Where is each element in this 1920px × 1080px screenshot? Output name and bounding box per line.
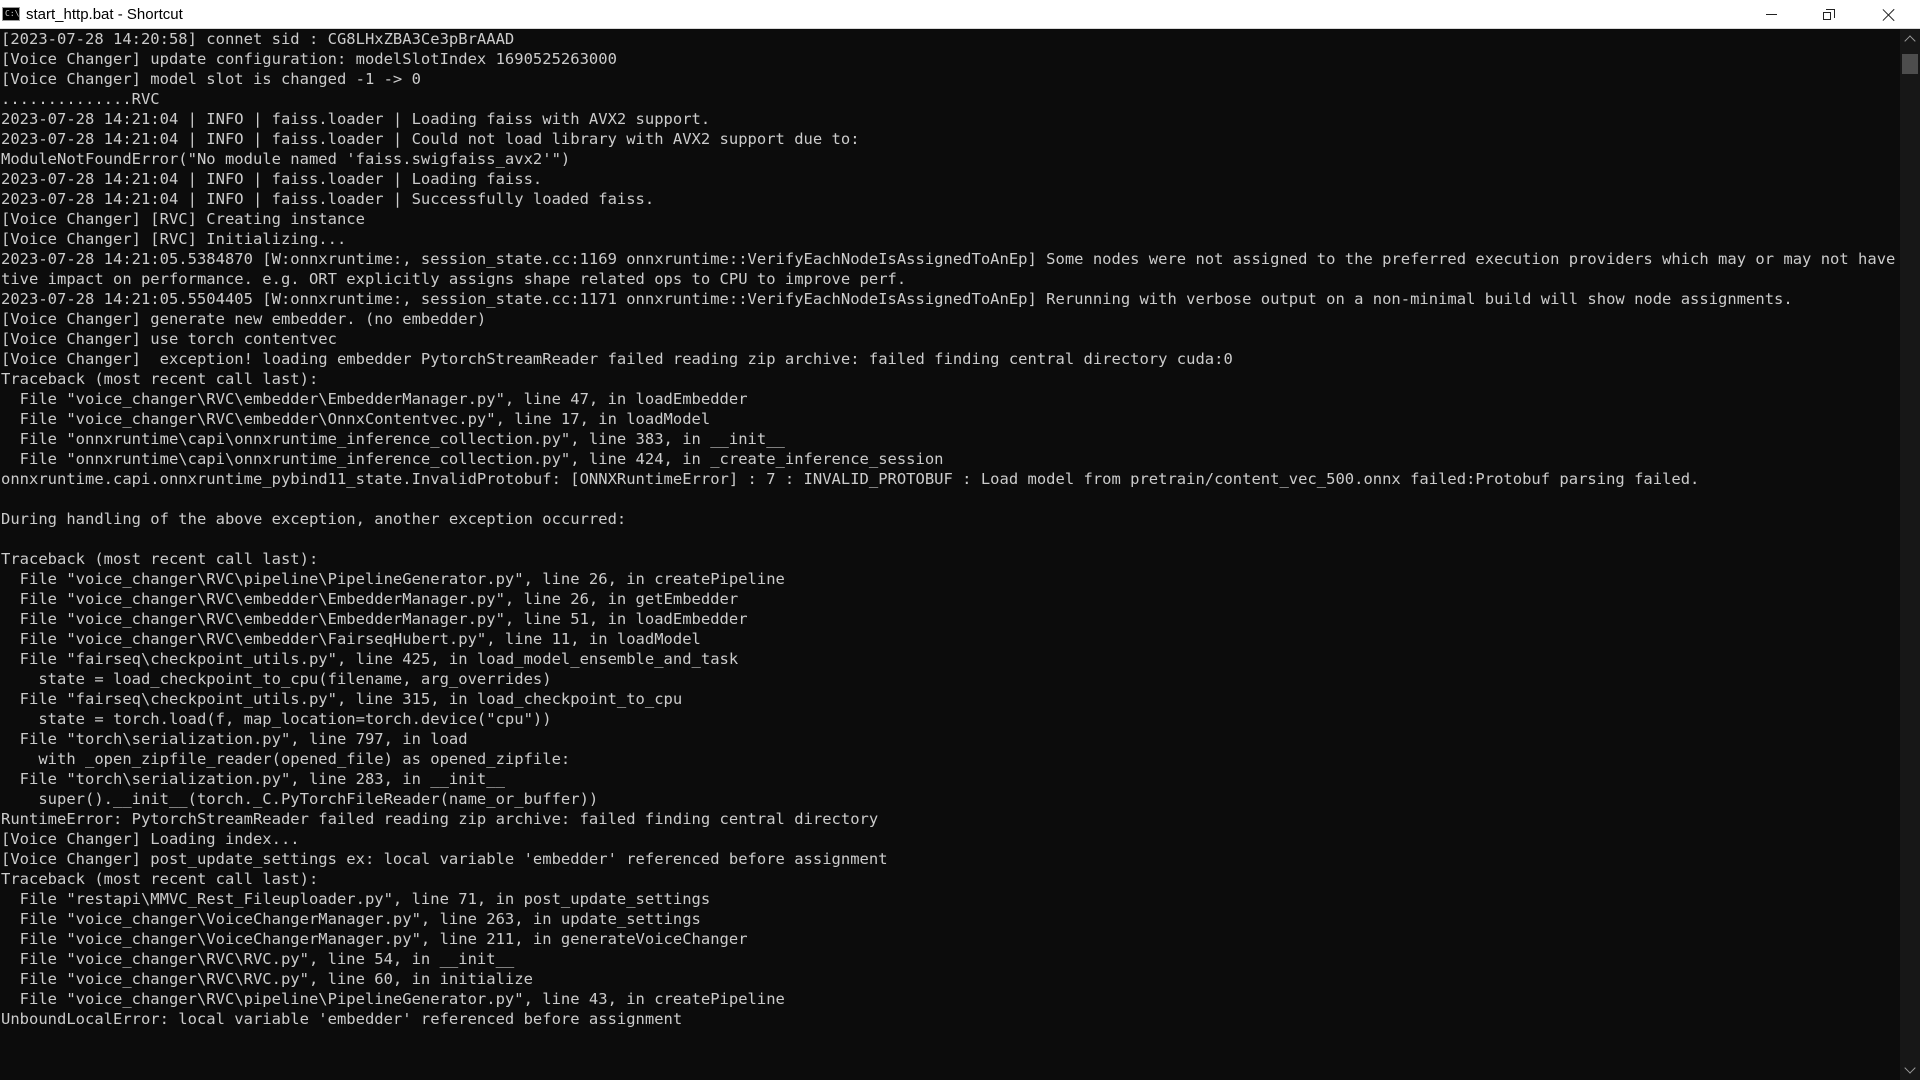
scroll-down-button[interactable]	[1900, 1060, 1920, 1080]
console-line: [Voice Changer] [RVC] Initializing...	[1, 230, 347, 248]
console-line: File "voice_changer\VoiceChangerManager.…	[1, 930, 748, 948]
console-line: File "onnxruntime\capi\onnxruntime_infer…	[1, 430, 785, 448]
console-line: with _open_zipfile_reader(opened_file) a…	[1, 750, 571, 768]
console-line: File "torch\serialization.py", line 283,…	[1, 770, 505, 788]
console-line: 2023-07-28 14:21:04 | INFO | faiss.loade…	[1, 190, 655, 208]
console-line: [Voice Changer] use torch contentvec	[1, 330, 337, 348]
restore-button[interactable]	[1800, 0, 1858, 29]
restore-icon	[1823, 8, 1835, 21]
console-line: File "onnxruntime\capi\onnxruntime_infer…	[1, 450, 944, 468]
console-line: ..............RVC	[1, 90, 160, 108]
console-line: super().__init__(torch._C.PyTorchFileRea…	[1, 790, 599, 808]
console-line: 2023-07-28 14:21:05.5504405 [W:onnxrunti…	[1, 290, 1793, 308]
console-line: Traceback (most recent call last):	[1, 370, 319, 388]
console-line: [Voice Changer] Loading index...	[1, 830, 300, 848]
console-line: File "voice_changer\RVC\embedder\Embedde…	[1, 610, 748, 628]
scroll-thumb[interactable]	[1902, 54, 1918, 74]
console-line: [2023-07-28 14:20:58] connet sid : CG8LH…	[1, 30, 515, 48]
console-line: RuntimeError: PytorchStreamReader failed…	[1, 810, 879, 828]
cmd-icon[interactable]: C:\	[2, 7, 20, 21]
window-title: start_http.bat - Shortcut	[26, 6, 183, 23]
console-line: 2023-07-28 14:21:04 | INFO | faiss.loade…	[1, 170, 543, 188]
console-line: File "voice_changer\RVC\RVC.py", line 60…	[1, 970, 533, 988]
console-line: [Voice Changer] [RVC] Creating instance	[1, 210, 365, 228]
console-line: File "voice_changer\RVC\embedder\Fairseq…	[1, 630, 701, 648]
chevron-down-icon	[1904, 1062, 1916, 1074]
console-line: tive impact on performance. e.g. ORT exp…	[1, 270, 907, 288]
console-line: onnxruntime.capi.onnxruntime_pybind11_st…	[1, 470, 1700, 488]
title-bar[interactable]: C:\ start_http.bat - Shortcut	[0, 0, 1920, 29]
console-line: File "voice_changer\RVC\pipeline\Pipelin…	[1, 570, 785, 588]
console-output[interactable]: [2023-07-28 14:20:58] connet sid : CG8LH…	[0, 29, 1900, 1080]
console-line: UnboundLocalError: local variable 'embed…	[1, 1010, 683, 1028]
close-icon	[1882, 8, 1896, 22]
console-line: [Voice Changer] update configuration: mo…	[1, 50, 617, 68]
minimize-button[interactable]	[1742, 0, 1800, 29]
console-line: File "voice_changer\RVC\embedder\Embedde…	[1, 390, 748, 408]
console-line: 2023-07-28 14:21:04 | INFO | faiss.loade…	[1, 130, 860, 148]
console-line: File "fairseq\checkpoint_utils.py", line…	[1, 650, 739, 668]
minimize-icon	[1765, 14, 1777, 15]
console-line: File "torch\serialization.py", line 797,…	[1, 730, 468, 748]
chevron-up-icon	[1904, 35, 1916, 47]
console-line: [Voice Changer] post_update_settings ex:…	[1, 850, 888, 868]
console-line: [Voice Changer] generate new embedder. (…	[1, 310, 487, 328]
console-line: During handling of the above exception, …	[1, 510, 627, 528]
console-line: 2023-07-28 14:21:05.5384870 [W:onnxrunti…	[1, 250, 1900, 268]
console-line: File "voice_changer\RVC\embedder\OnnxCon…	[1, 410, 711, 428]
console-line: File "voice_changer\RVC\embedder\Embedde…	[1, 590, 739, 608]
scroll-up-button[interactable]	[1900, 29, 1920, 49]
console-line: Traceback (most recent call last):	[1, 870, 319, 888]
console-line: File "fairseq\checkpoint_utils.py", line…	[1, 690, 683, 708]
console-line: File "restapi\MMVC_Rest_Fileuploader.py"…	[1, 890, 711, 908]
console-line: state = load_checkpoint_to_cpu(filename,…	[1, 670, 552, 688]
console-line: File "voice_changer\RVC\pipeline\Pipelin…	[1, 990, 785, 1008]
console-line: 2023-07-28 14:21:04 | INFO | faiss.loade…	[1, 110, 711, 128]
console-line: File "voice_changer\RVC\RVC.py", line 54…	[1, 950, 515, 968]
console-line: ModuleNotFoundError("No module named 'fa…	[1, 150, 571, 168]
console-line: [Voice Changer] exception! loading embed…	[1, 350, 1233, 368]
vertical-scrollbar[interactable]	[1900, 29, 1920, 1080]
console-line: state = torch.load(f, map_location=torch…	[1, 710, 552, 728]
close-button[interactable]	[1858, 0, 1920, 29]
console-line: File "voice_changer\VoiceChangerManager.…	[1, 910, 701, 928]
console-line: [Voice Changer] model slot is changed -1…	[1, 70, 421, 88]
console-window: C:\ start_http.bat - Shortcut [2023-07-2…	[0, 0, 1920, 1080]
console-line: Traceback (most recent call last):	[1, 550, 319, 568]
